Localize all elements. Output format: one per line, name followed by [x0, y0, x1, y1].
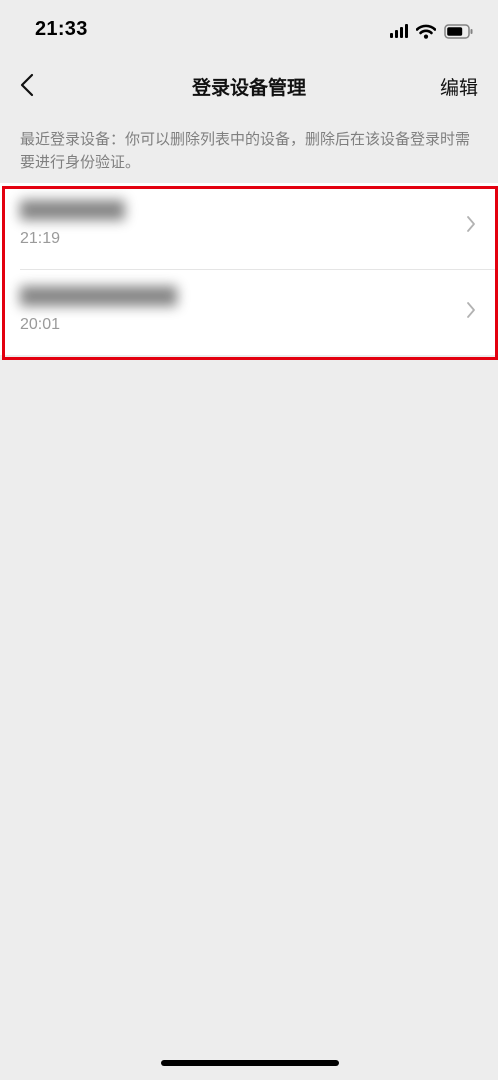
device-name-redacted: ████████ [20, 201, 125, 221]
edit-button[interactable]: 编辑 [440, 73, 478, 100]
home-indicator [161, 1060, 339, 1066]
nav-bar: 登录设备管理 编辑 [0, 60, 498, 110]
signal-icon [390, 24, 408, 38]
device-name-redacted: ████████████ [20, 287, 177, 307]
device-list-description: 最近登录设备：你可以删除列表中的设备，删除后在该设备登录时需要进行身份验证。 [20, 130, 471, 171]
status-time: 21:33 [35, 18, 88, 40]
wifi-icon [416, 24, 436, 39]
device-list-item[interactable]: ████████████ 20:01 [0, 269, 498, 355]
page-title: 登录设备管理 [191, 77, 306, 99]
device-list-item[interactable]: ████████ 21:19 [0, 183, 498, 269]
chevron-right-icon [467, 302, 475, 318]
battery-icon [444, 23, 473, 39]
device-list: ████████ 21:19 ████████████ 20:01 [0, 183, 498, 355]
status-icons [390, 20, 474, 42]
status-bar: 21:33 [0, 0, 498, 60]
device-login-time: 21:19 [20, 230, 61, 247]
device-login-time: 20:01 [20, 316, 61, 333]
chevron-right-icon [467, 216, 475, 232]
